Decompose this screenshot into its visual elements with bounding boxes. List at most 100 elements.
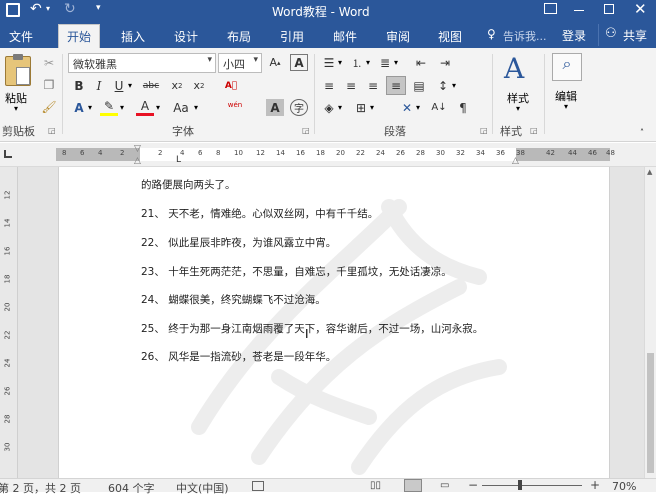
right-indent-marker[interactable]: △ [512,156,519,166]
doc-line[interactable]: 21、 天不老，情难绝。心似双丝网，中有千千结。 [141,206,378,221]
asian-layout-dropdown-icon[interactable]: ▾ [416,103,420,112]
highlight-button[interactable]: ✎ [100,99,118,116]
bold-button[interactable]: B [70,77,88,94]
minimize-icon[interactable] [574,10,584,11]
font-color-dropdown-icon[interactable]: ▾ [156,103,160,112]
zoom-slider-thumb[interactable] [518,480,522,490]
doc-line[interactable]: 25、 终于为那一身江南烟雨覆了天下，容华谢后，不过一场，山河永寂。 [141,321,483,336]
align-left-icon[interactable]: ≡ [320,77,338,94]
styles-launcher-icon[interactable]: ◲ [530,126,538,135]
subscript-button[interactable]: x2 [168,77,186,94]
align-right-icon[interactable]: ≡ [364,77,382,94]
vertical-ruler[interactable]: 12 14 16 18 20 22 24 26 28 30 [0,167,18,492]
tab-view[interactable]: 视图 [438,28,462,45]
horizontal-ruler[interactable]: ▽ △ L △ 8 6 4 2 2 4 6 8 10 12 14 16 18 20 22 24 26 28 30 32… [0,143,656,167]
zoom-in-icon[interactable]: + [590,478,600,492]
shading-icon[interactable]: ◈ [320,99,338,116]
increase-indent-icon[interactable]: ⇥ [436,54,454,71]
asian-layout-icon[interactable]: ✕ [398,99,416,116]
copy-icon[interactable]: ❐ [40,76,58,93]
font-launcher-icon[interactable]: ◲ [302,126,310,135]
text-effects-icon[interactable]: A⃝ [222,77,240,94]
tab-review[interactable]: 审阅 [386,28,410,45]
numbering-dropdown-icon[interactable]: ▾ [366,58,370,67]
font-size-combobox[interactable]: 小四 ▾ [218,53,262,73]
save-icon[interactable] [6,3,20,17]
distributed-icon[interactable]: ▤ [410,77,428,94]
scroll-thumb[interactable] [647,353,654,473]
redo-icon[interactable]: ↻ [64,1,76,17]
hanging-indent-marker[interactable]: △ [134,156,141,166]
print-layout-icon[interactable] [404,479,422,492]
first-line-indent-marker[interactable]: ▽ [134,144,141,154]
text-effects-button[interactable]: A [70,99,88,116]
vertical-scrollbar[interactable]: ▲ [644,167,656,478]
multilevel-list-icon[interactable]: ≣ [376,54,394,71]
tab-layout[interactable]: 布局 [227,28,251,45]
zoom-out-icon[interactable]: − [468,478,478,492]
login-link[interactable]: 登录 [562,27,586,44]
show-marks-icon[interactable]: ¶ [454,99,472,116]
tab-file[interactable]: 文件 [9,28,33,45]
change-case-button[interactable]: Aa [170,99,192,116]
grow-font-icon[interactable]: A ▴ [266,54,284,71]
page-count[interactable]: 第 2 页，共 2 页 [0,480,81,496]
borders-dropdown-icon[interactable]: ▾ [370,103,374,112]
collapse-ribbon-icon[interactable]: ˄ [640,128,644,137]
font-color-button[interactable]: A [136,99,154,116]
shading-dropdown-icon[interactable]: ▾ [338,103,342,112]
tab-insert[interactable]: 插入 [121,28,145,45]
zoom-slider[interactable] [482,480,582,490]
web-layout-icon[interactable]: ▭ [440,480,449,491]
styles-icon[interactable]: A [504,52,524,85]
close-icon[interactable]: ✕ [634,0,647,18]
doc-line[interactable]: 26、 风华是一指流砂，苍老是一段年华。 [141,349,336,364]
superscript-button[interactable]: x2 [190,77,208,94]
line-spacing-icon[interactable]: ↕ [434,77,452,94]
doc-line[interactable]: 22、 似此星辰非昨夜，为谁风露立中宵。 [141,235,336,250]
read-mode-icon[interactable]: ▯▯ [370,480,381,491]
cut-icon[interactable]: ✂ [40,54,58,71]
zoom-level[interactable]: 70% [612,480,636,493]
multilevel-dropdown-icon[interactable]: ▾ [394,58,398,67]
clipboard-launcher-icon[interactable]: ◲ [48,126,56,135]
line-spacing-dropdown-icon[interactable]: ▾ [452,81,456,90]
doc-line[interactable]: 23、 十年生死两茫茫，不思量，自难忘，千里孤坟，无处话凄凉。 [141,264,452,279]
search-icon[interactable]: ⌕ [552,53,582,81]
language-indicator[interactable]: 中文(中国) [176,480,229,496]
phonetic-guide-icon[interactable]: wén [224,96,246,113]
scroll-up-icon[interactable]: ▲ [647,168,652,176]
undo-dropdown-icon[interactable]: ▾ [46,4,50,13]
underline-dropdown-icon[interactable]: ▾ [128,81,132,90]
sort-icon[interactable]: A↓ [430,99,448,116]
font-name-combobox[interactable]: 微软雅黑 ▾ [68,53,216,73]
enclose-characters-button[interactable]: 字 [290,99,308,116]
word-count[interactable]: 604 个字 [108,480,155,496]
justify-icon[interactable]: ≡ [386,76,406,95]
share-button[interactable]: ⚇ 共享 [598,24,654,46]
decrease-indent-icon[interactable]: ⇤ [412,54,430,71]
quick-access-customize-icon[interactable]: ▾ [96,3,101,13]
center-icon[interactable]: ≡ [342,77,360,94]
tab-design[interactable]: 设计 [174,28,198,45]
tab-references[interactable]: 引用 [280,28,304,45]
paste-icon[interactable] [5,54,31,86]
ribbon-display-icon[interactable] [544,3,557,14]
tab-home[interactable]: 开始 [58,24,101,48]
tab-mailings[interactable]: 邮件 [333,28,357,45]
styles-dropdown-icon[interactable]: ▾ [516,104,520,113]
format-painter-icon[interactable]: 🖌 [40,98,58,115]
macro-record-icon[interactable] [252,481,264,491]
undo-icon[interactable]: ↶ [30,1,42,17]
bullets-dropdown-icon[interactable]: ▾ [338,58,342,67]
chevron-down-icon[interactable]: ▾ [253,55,258,65]
highlight-dropdown-icon[interactable]: ▾ [120,103,124,112]
paragraph-launcher-icon[interactable]: ◲ [480,126,488,135]
paste-dropdown-icon[interactable]: ▾ [14,104,18,113]
text-effects-dropdown-icon[interactable]: ▾ [88,103,92,112]
change-case-dropdown-icon[interactable]: ▾ [194,103,198,112]
strikethrough-button[interactable]: abc [142,77,160,94]
chevron-down-icon[interactable]: ▾ [207,55,212,65]
doc-line[interactable]: 24、 蝴蝶很美，终究蝴蝶飞不过沧海。 [141,292,326,307]
document-page[interactable]: 的路便展向两头了。 21、 天不老，情难绝。心似双丝网，中有千千结。 22、 似… [58,167,610,478]
